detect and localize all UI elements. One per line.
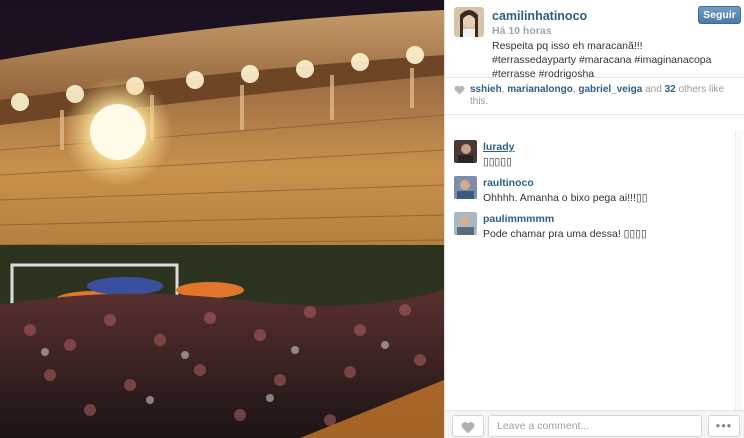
comment-username[interactable]: paulimmmmm xyxy=(483,213,554,225)
likes-and: and xyxy=(642,84,665,95)
comment-item: paulimmmmm Pode chamar pra uma dessa! ▯▯… xyxy=(445,206,725,242)
comment-item: raultinoco Ohhhh. Amanha o bixo pega ai!… xyxy=(445,170,725,206)
follow-button[interactable]: Seguir xyxy=(698,6,741,24)
comment-username[interactable]: lurady xyxy=(483,141,515,153)
liker-link[interactable]: marianalongo xyxy=(507,84,573,95)
commenter-avatar[interactable] xyxy=(454,140,477,163)
comment-text: Ohhhh. Amanha o bixo pega ai!!!▯▯ xyxy=(483,192,648,204)
commenter-avatar[interactable] xyxy=(454,176,477,199)
post-photo xyxy=(0,0,444,438)
post-header: camilinhatinoco Há 10 horas Respeita pq … xyxy=(445,0,744,80)
more-dots-icon: ••• xyxy=(715,418,733,433)
liker-link[interactable]: gabriel_veiga xyxy=(578,84,642,95)
comments-scrollbar[interactable] xyxy=(735,130,743,410)
heart-icon xyxy=(454,85,465,95)
post-caption: Respeita pq isso eh maracanã!!! #terrass… xyxy=(492,40,712,80)
heart-icon xyxy=(461,422,475,434)
post-details-panel: camilinhatinoco Há 10 horas Respeita pq … xyxy=(444,0,744,438)
comment-text: ▯▯▯▯▯ xyxy=(483,156,512,168)
comment-item: lurady ▯▯▯▯▯ xyxy=(445,134,725,170)
comment-input[interactable] xyxy=(488,415,702,437)
likes-others-count[interactable]: 32 xyxy=(665,84,676,95)
liker-link[interactable]: sshieh xyxy=(470,84,502,95)
commenter-avatar[interactable] xyxy=(454,212,477,235)
comment-bar: ••• xyxy=(445,410,744,438)
stadium-photo-illustration xyxy=(0,0,444,438)
author-username[interactable]: camilinhatinoco xyxy=(492,9,587,23)
author-avatar[interactable] xyxy=(454,7,484,37)
comment-username[interactable]: raultinoco xyxy=(483,177,534,189)
comment-text: Pode chamar pra uma dessa! ▯▯▯▯ xyxy=(483,228,647,240)
likes-text: sshieh, marianalongo, gabriel_veiga and … xyxy=(470,84,738,108)
like-button[interactable] xyxy=(452,415,484,437)
more-options-button[interactable]: ••• xyxy=(708,415,740,437)
likes-summary: sshieh, marianalongo, gabriel_veiga and … xyxy=(445,79,744,115)
post-timestamp: Há 10 horas xyxy=(492,25,552,37)
